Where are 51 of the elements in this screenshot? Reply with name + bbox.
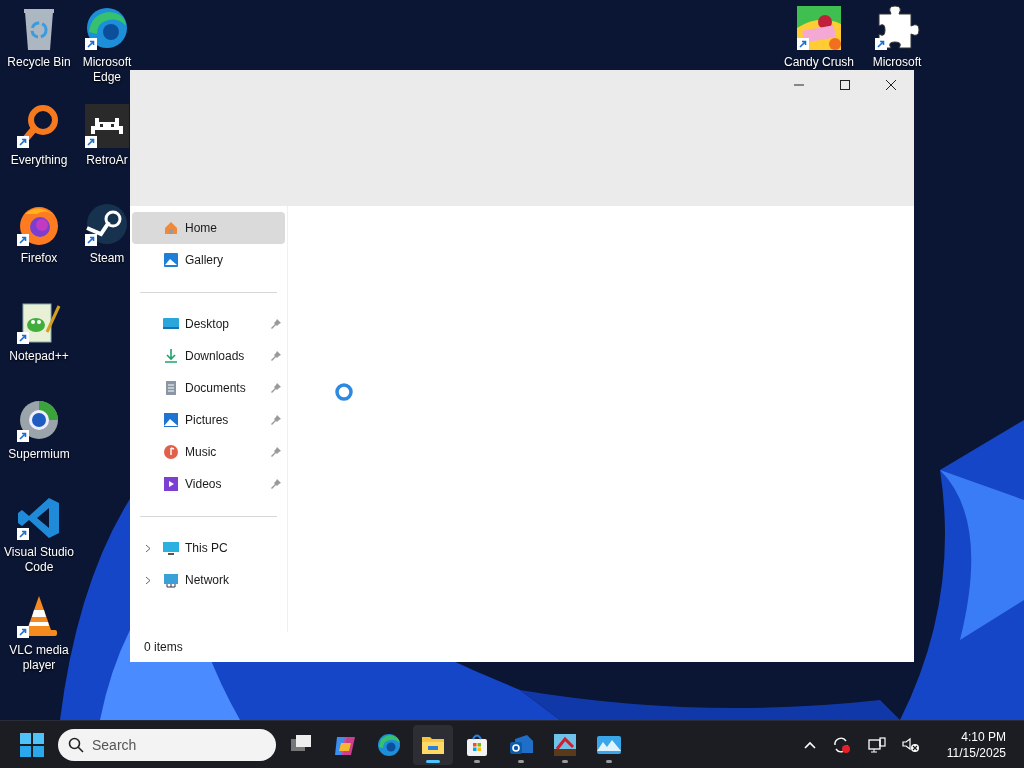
icon-label: Everything (10, 153, 68, 168)
icon-label: VLC media player (8, 643, 70, 673)
pin-icon[interactable] (271, 479, 281, 489)
nav-item[interactable]: Desktop (132, 308, 285, 340)
nav-item[interactable]: Music (132, 436, 285, 468)
nav-item[interactable]: Videos (132, 468, 285, 500)
pin-icon[interactable] (271, 351, 281, 361)
icon-label: RetroAr (86, 153, 128, 168)
pin-icon[interactable] (271, 383, 281, 393)
icon-label: Steam (89, 251, 125, 266)
pin-icon[interactable] (271, 415, 281, 425)
network-icon (163, 572, 179, 588)
video-icon (163, 476, 179, 492)
nav-item[interactable]: Home (132, 212, 285, 244)
invader-icon[interactable] (83, 102, 131, 150)
taskbar-app-button[interactable] (413, 724, 453, 765)
chevron-icon[interactable] (144, 575, 151, 585)
document-icon (163, 380, 179, 396)
download-icon (163, 348, 179, 364)
icon-label: Supermium (8, 447, 70, 462)
icon-label: Microsoft (872, 55, 922, 70)
icon-label: Microsoft Edge (81, 55, 133, 85)
nav-item[interactable]: Documents (132, 372, 285, 404)
maximize-icon (840, 80, 850, 90)
chevron-icon[interactable] (144, 543, 151, 553)
picture-icon (163, 412, 179, 428)
windows-logo-icon (20, 732, 44, 757)
icon-label: Notepad++ (9, 349, 69, 364)
pin-icon[interactable] (271, 319, 281, 329)
clock-time: 4:10 PM (961, 728, 1006, 745)
photo-icon (163, 252, 179, 268)
nav-item[interactable]: Downloads (132, 340, 285, 372)
icon-label: Candy Crush (784, 55, 854, 70)
search-icon (68, 736, 84, 753)
clock-date: 11/15/2025 (946, 744, 1006, 761)
search-field[interactable]: Search (58, 728, 276, 761)
close-icon (886, 80, 896, 90)
icon-label: Visual Studio Code (3, 545, 75, 575)
nav-item[interactable]: Gallery (132, 244, 285, 276)
nav-item[interactable]: This PC (132, 532, 285, 564)
icon-label: Recycle Bin (7, 55, 71, 70)
pin-icon[interactable] (271, 447, 281, 457)
nav-item[interactable]: Pictures (132, 404, 285, 436)
monitor-icon (163, 540, 179, 556)
status-text: 0 items (144, 640, 183, 654)
candy-icon[interactable] (795, 4, 843, 52)
icon-label: Firefox (20, 251, 58, 266)
desktop-icon (163, 316, 179, 332)
nav-item[interactable]: Network (132, 564, 285, 596)
music-icon (163, 444, 179, 460)
house-icon (163, 220, 179, 236)
